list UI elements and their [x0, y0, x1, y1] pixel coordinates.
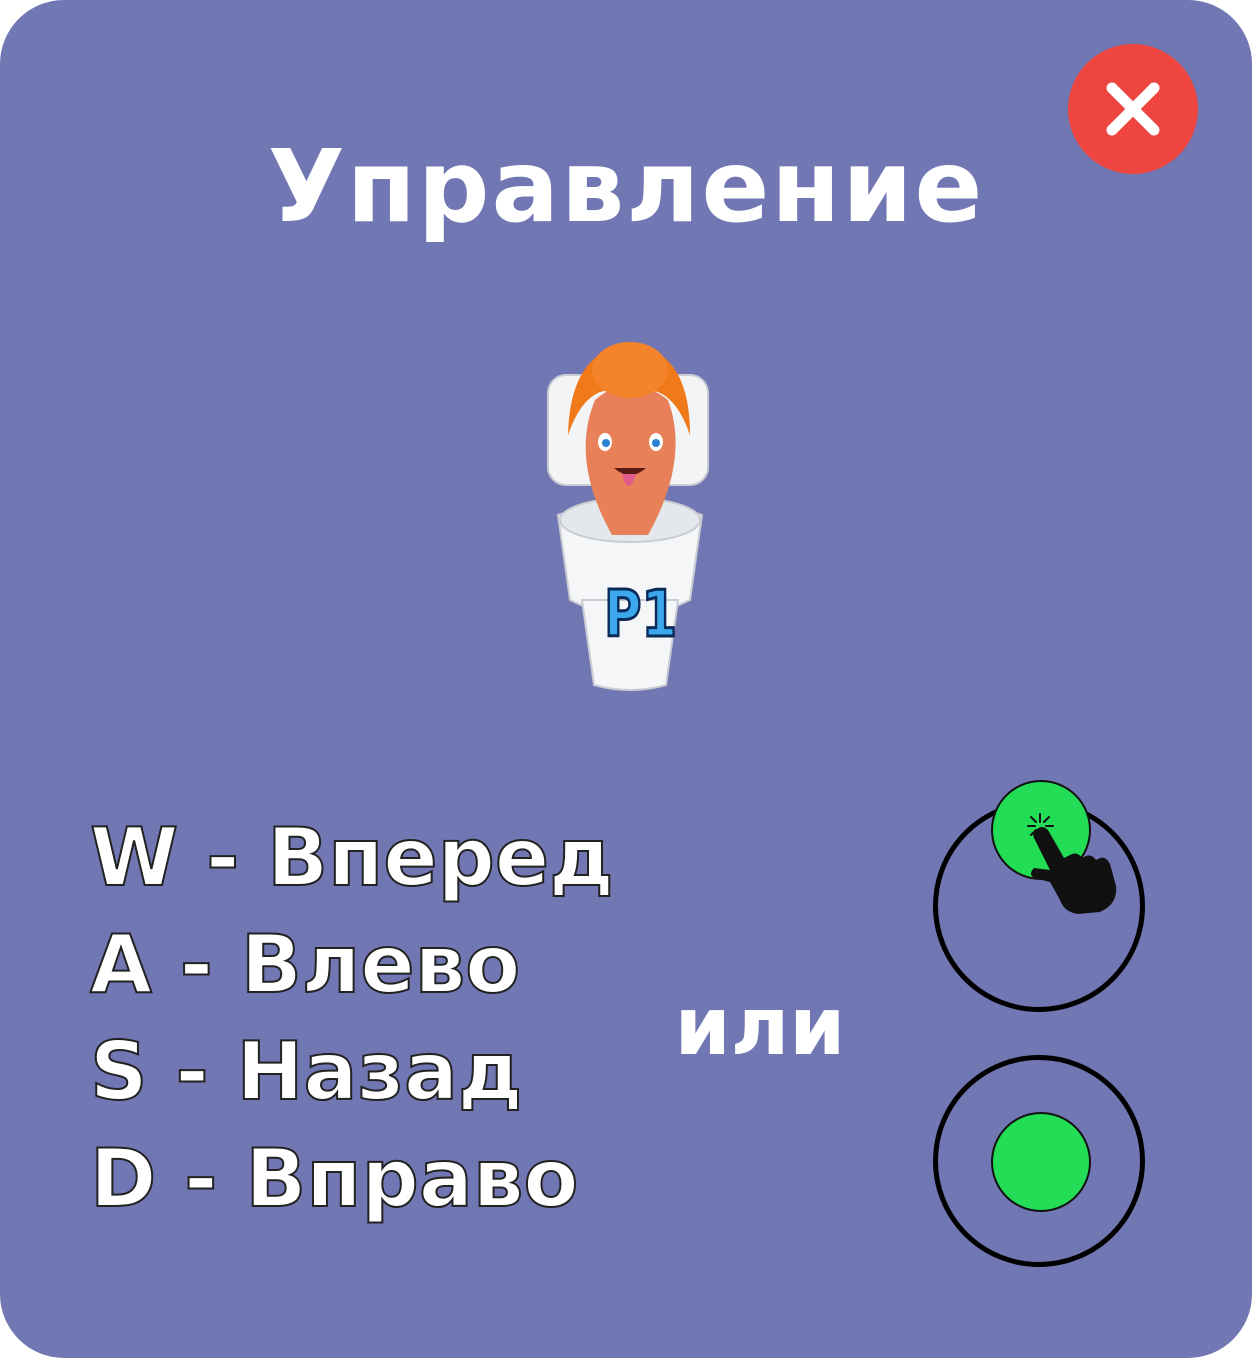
- control-forward: W - Вперед: [89, 810, 615, 905]
- hand-pointer-icon: [1027, 813, 1117, 914]
- or-label: или: [674, 980, 846, 1073]
- controls-dialog: Управление P1 W - Вперед A - Влево S - Н…: [0, 0, 1252, 1358]
- joystick-knob-center: [991, 1112, 1091, 1212]
- control-right: D - Вправо: [89, 1131, 579, 1226]
- control-back: S - Назад: [89, 1024, 524, 1119]
- dialog-title: Управление: [267, 128, 985, 245]
- player-label: P1: [603, 577, 679, 654]
- control-left: A - Влево: [89, 917, 521, 1012]
- keyboard-controls-list: W - Вперед A - Влево S - Назад D - Вправ…: [89, 808, 670, 1236]
